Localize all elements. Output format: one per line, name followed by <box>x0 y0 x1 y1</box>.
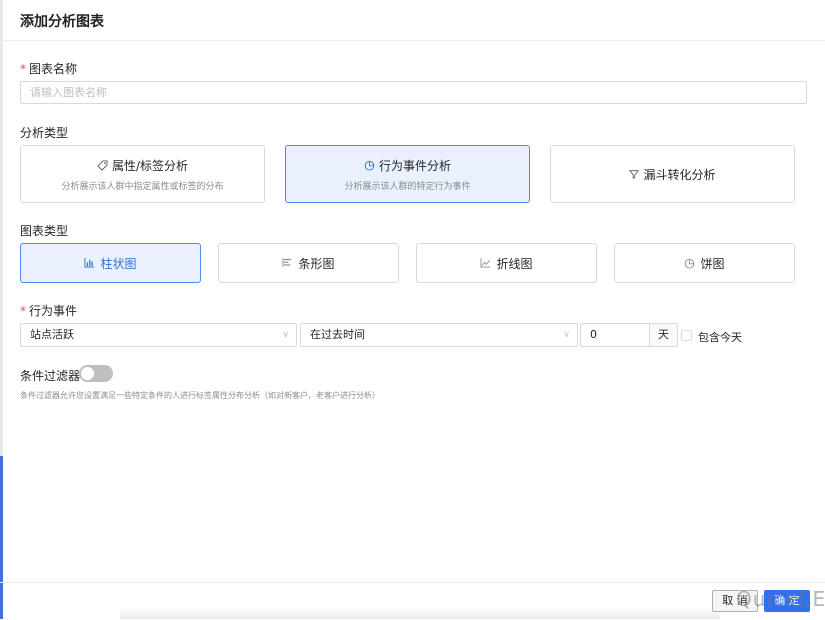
include-today-label: 包含今天 <box>698 331 742 344</box>
line-chart-icon <box>480 258 491 268</box>
chart-name-label: * 图表名称 <box>20 60 77 77</box>
chart-type-pie[interactable]: 饼图 <box>614 243 795 283</box>
days-unit-addon: 天 <box>649 323 678 347</box>
analysis-type-label: 分析类型 <box>20 126 69 140</box>
analysis-option-desc: 分析展示该人群中指定属性或标签的分布 <box>61 181 224 192</box>
funnel-icon <box>629 169 640 179</box>
chart-type-line[interactable]: 折线图 <box>416 243 597 283</box>
required-mark: * <box>20 62 26 76</box>
time-range-select-value: 在过去时间 <box>310 328 365 341</box>
analysis-option-behavior[interactable]: 行为事件分析 分析展示该人群的特定行为事件 <box>285 145 530 203</box>
time-range-select[interactable]: 在过去时间 ∨ <box>300 323 578 347</box>
left-edge-strip <box>0 0 3 619</box>
dialog-title: 添加分析图表 <box>20 14 104 30</box>
analysis-option-desc: 分析展示该人群的特定行为事件 <box>344 181 471 192</box>
tag-icon <box>97 159 108 171</box>
filter-toggle[interactable] <box>79 365 113 382</box>
chart-type-label-text: 饼图 <box>700 256 725 271</box>
chart-type-label-text: 柱状图 <box>100 256 137 271</box>
pie-chart-icon <box>364 160 375 171</box>
event-select[interactable]: 站点活跃 ∨ <box>20 323 297 347</box>
filter-hint: 条件过滤器允许您设置满足一些特定条件的人进行标签属性分布分析（如对新客户、老客户… <box>20 391 380 400</box>
chart-type-label-text: 折线图 <box>496 256 533 271</box>
include-today-checkbox[interactable] <box>681 330 692 341</box>
chart-type-horizontal-bar[interactable]: 条形图 <box>218 243 399 283</box>
bar-list-icon <box>282 258 293 268</box>
ok-button[interactable]: 确 定 <box>764 590 810 612</box>
chart-name-label-text: 图表名称 <box>29 62 78 76</box>
chart-name-input[interactable] <box>20 81 807 104</box>
chart-type-label-text: 条形图 <box>298 256 335 271</box>
days-input[interactable]: 0 <box>580 323 650 347</box>
chevron-down-icon: ∨ <box>282 330 289 340</box>
behavior-event-label: * 行为事件 <box>20 302 77 319</box>
chart-type-label: 图表类型 <box>20 224 69 238</box>
analysis-option-title: 属性/标签分析 <box>111 158 189 173</box>
bottom-shadow <box>120 608 720 619</box>
pie-chart-icon <box>684 258 695 269</box>
chart-type-bar[interactable]: 柱状图 <box>20 243 201 283</box>
dialog-header: 添加分析图表 <box>0 0 825 41</box>
analysis-option-title: 漏斗转化分析 <box>643 167 716 182</box>
cancel-button[interactable]: 取 消 <box>712 590 758 612</box>
filter-label: 条件过滤器 <box>20 369 81 383</box>
analysis-option-funnel[interactable]: 漏斗转化分析 <box>550 145 795 203</box>
event-select-value: 站点活跃 <box>30 328 74 341</box>
chevron-down-icon: ∨ <box>563 330 570 340</box>
analysis-option-title: 行为事件分析 <box>378 158 451 173</box>
analysis-option-attribute[interactable]: 属性/标签分析 分析展示该人群中指定属性或标签的分布 <box>20 145 265 203</box>
bar-chart-icon <box>84 258 95 268</box>
required-mark: * <box>20 304 26 318</box>
behavior-event-label-text: 行为事件 <box>29 304 78 318</box>
toggle-knob <box>81 367 94 380</box>
